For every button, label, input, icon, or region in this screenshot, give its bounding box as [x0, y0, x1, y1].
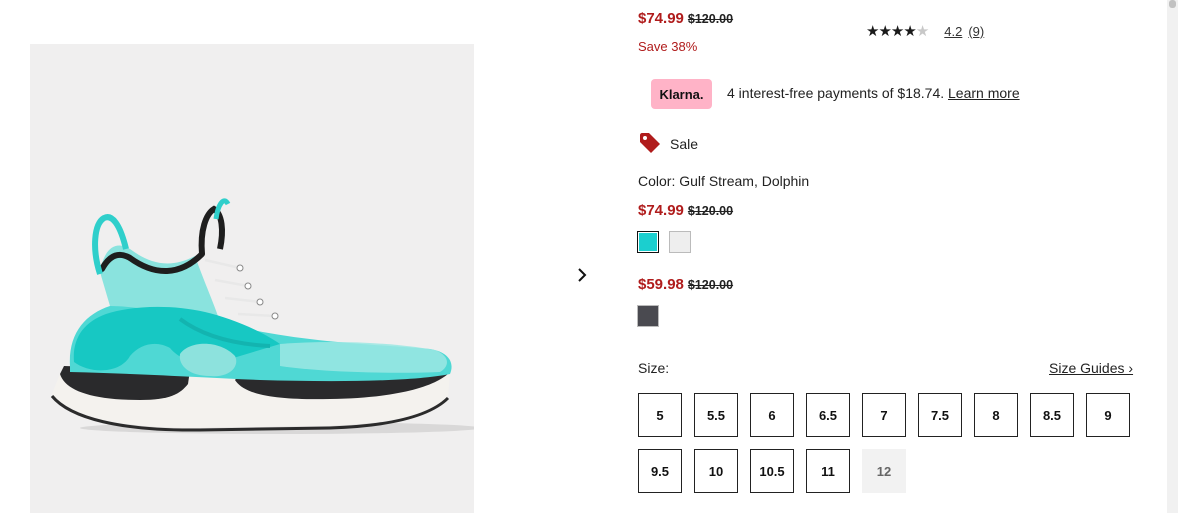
- color-price-group: $74.99 $120.00: [638, 202, 733, 220]
- product-image[interactable]: [30, 44, 474, 513]
- swatch-fill: [639, 233, 657, 251]
- shoe-illustration: [50, 198, 474, 434]
- color-swatch-gulf-stream[interactable]: [637, 231, 659, 253]
- original-price: $120.00: [687, 12, 734, 26]
- color-swatch-white[interactable]: [669, 231, 691, 253]
- selected-color: Color: Gulf Stream, Dolphin: [638, 173, 809, 189]
- star-icon: ★: [878, 23, 891, 40]
- size-option[interactable]: 8: [974, 393, 1018, 437]
- klarna-installments-text: 4 interest-free payments of $18.74.: [727, 85, 945, 101]
- size-label: Size:: [638, 360, 670, 376]
- scrollbar-thumb[interactable]: [1169, 0, 1176, 8]
- original-price: $120.00: [687, 278, 734, 292]
- rating-value[interactable]: 4.2: [944, 24, 962, 39]
- star-icon: ★: [890, 23, 904, 40]
- size-guides-link[interactable]: Size Guides ›: [1049, 360, 1133, 376]
- size-option[interactable]: 8.5: [1030, 393, 1074, 437]
- sale-price: $74.99: [638, 10, 684, 27]
- size-option: 12: [862, 449, 906, 493]
- swatch-fill: [670, 232, 690, 252]
- size-option[interactable]: 9: [1086, 393, 1130, 437]
- klarna-message: 4 interest-free payments of $18.74. Lear…: [727, 85, 1020, 101]
- page-scrollbar[interactable]: [1167, 0, 1178, 513]
- next-image-button[interactable]: [570, 262, 594, 288]
- sale-price: $74.99: [638, 202, 684, 219]
- save-percent: Save 38%: [638, 39, 698, 54]
- price-tag-icon: [639, 132, 661, 154]
- size-option[interactable]: 5: [638, 393, 682, 437]
- klarna-logo: Klarna.: [651, 79, 712, 109]
- star-icon: ★: [903, 23, 916, 40]
- star-icon: ★: [866, 23, 879, 40]
- sale-label: Sale: [670, 136, 699, 152]
- rating-stars: ★ ★ ★ ★ ★: [866, 23, 929, 40]
- size-option[interactable]: 10: [694, 449, 738, 493]
- color-price-group: $59.98 $120.00: [638, 276, 733, 294]
- size-option[interactable]: 7.5: [918, 393, 962, 437]
- size-option[interactable]: 9.5: [638, 449, 682, 493]
- color-label: Color:: [638, 173, 676, 189]
- size-option[interactable]: 7: [862, 393, 906, 437]
- size-option[interactable]: 6: [750, 393, 794, 437]
- chevron-right-icon: [578, 268, 587, 282]
- size-option[interactable]: 11: [806, 449, 850, 493]
- product-price: $74.99 $120.00: [638, 10, 733, 28]
- size-option[interactable]: 5.5: [694, 393, 738, 437]
- swatch-fill: [638, 306, 658, 326]
- original-price: $120.00: [687, 204, 734, 218]
- size-option[interactable]: 6.5: [806, 393, 850, 437]
- color-value: Gulf Stream, Dolphin: [679, 173, 810, 189]
- size-option[interactable]: 10.5: [750, 449, 794, 493]
- klarna-learn-more-link[interactable]: Learn more: [948, 85, 1020, 101]
- review-count-link[interactable]: (9): [968, 24, 984, 39]
- product-rating[interactable]: ★ ★ ★ ★ ★ 4.2 (9): [866, 24, 984, 39]
- color-swatch-dark-grey[interactable]: [637, 305, 659, 327]
- star-icon: ★: [915, 23, 929, 40]
- sale-price: $59.98: [638, 276, 684, 293]
